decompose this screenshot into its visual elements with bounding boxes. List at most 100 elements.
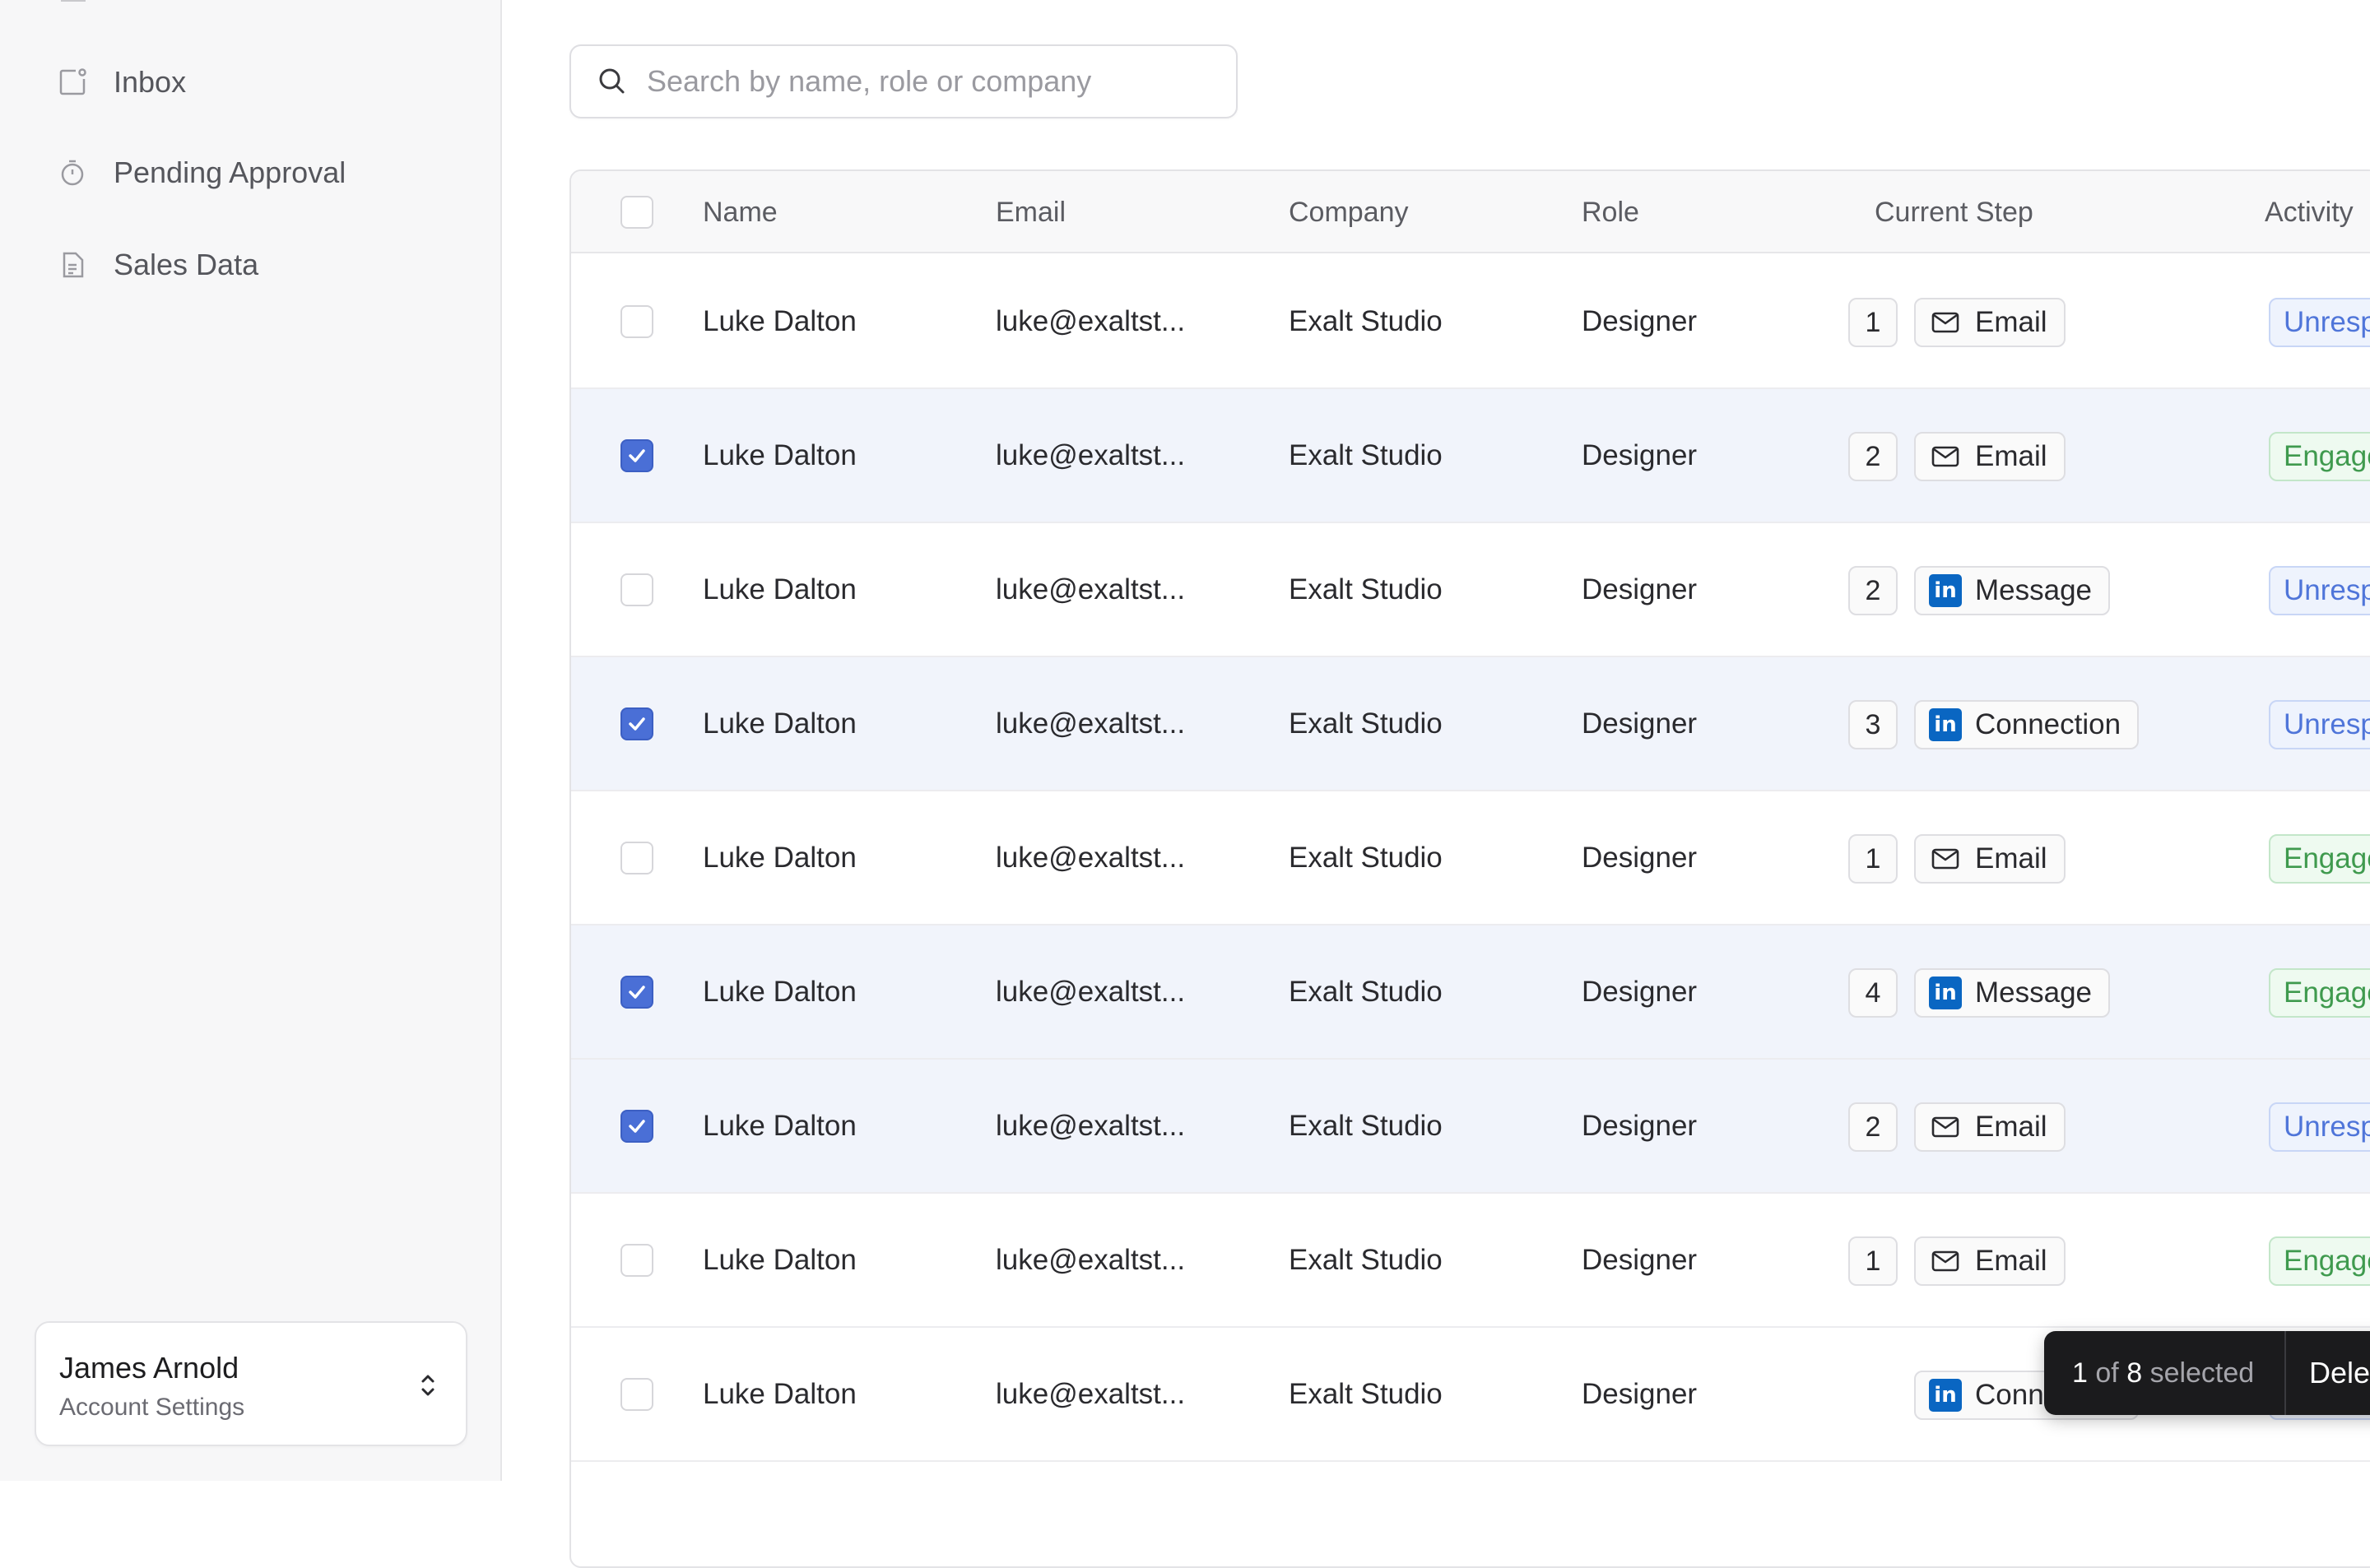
row-checkbox[interactable]	[620, 707, 653, 740]
step-number-badge: 1	[1848, 1236, 1898, 1286]
cell-role: Designer	[1582, 439, 1698, 471]
table-row[interactable]: Luke Dalton luke@exaltst... Exalt Studio De…	[571, 657, 2370, 791]
table-row[interactable]: Luke Dalton luke@exaltst... Exalt Studio De…	[571, 925, 2370, 1060]
activity-status-badge: Engage	[2269, 1236, 2370, 1286]
step-number-badge: 1	[1848, 298, 1898, 347]
cell-email: luke@exaltst...	[996, 305, 1186, 337]
cell-company: Exalt Studio	[1289, 573, 1443, 605]
column-header-role[interactable]: Role	[1582, 171, 1639, 253]
table-row[interactable]: Luke Dalton luke@exaltst... Exalt Studio De…	[571, 255, 2370, 389]
delete-button[interactable]: Delete D	[2309, 1346, 2370, 1400]
row-checkbox[interactable]	[620, 1110, 653, 1143]
account-name: James Arnold	[59, 1351, 239, 1385]
step-type-pill[interactable]: Email	[1914, 834, 2066, 884]
cell-role: Designer	[1582, 1244, 1698, 1276]
stopwatch-icon	[56, 156, 89, 189]
linkedin-icon: in	[1929, 708, 1962, 741]
step-type-pill[interactable]: in Connection	[1914, 700, 2140, 749]
step-label: Message	[1975, 977, 2093, 1009]
cell-role: Designer	[1582, 707, 1698, 740]
linkedin-icon: in	[1929, 574, 1962, 607]
step-label: Email	[1975, 1111, 2047, 1143]
sidebar-item-label: Pending Approval	[114, 155, 346, 189]
table-row[interactable]: Luke Dalton luke@exaltst... Exalt Studio De…	[571, 791, 2370, 925]
cell-company: Exalt Studio	[1289, 976, 1443, 1008]
search-input[interactable]	[647, 64, 1223, 99]
select-all-checkbox[interactable]	[620, 196, 653, 229]
sidebar-item-inbox[interactable]: Inbox	[33, 49, 469, 115]
sidebar-item-label: Inbox	[114, 65, 187, 99]
activity-status-badge: Engage	[2269, 432, 2370, 481]
email-icon	[1929, 440, 1962, 473]
row-checkbox[interactable]	[620, 1244, 653, 1277]
activity-status-badge: Unresp	[2269, 566, 2370, 615]
row-checkbox[interactable]	[620, 842, 653, 874]
row-checkbox[interactable]	[620, 1378, 653, 1411]
table-row[interactable]: Luke Dalton luke@exaltst... Exalt Studio De…	[571, 1194, 2370, 1328]
step-type-pill[interactable]: Email	[1914, 298, 2066, 347]
sidebar-item-pending-approval[interactable]: Pending Approval	[33, 140, 469, 206]
row-checkbox[interactable]	[620, 439, 653, 472]
table-header: Name Email Company Role Current Step Act…	[571, 171, 2370, 253]
table-row[interactable]: Luke Dalton luke@exaltst... Exalt Studio De…	[571, 389, 2370, 523]
table-row[interactable]: Luke Dalton luke@exaltst... Exalt Studio De…	[571, 523, 2370, 657]
step-type-pill[interactable]: Email	[1914, 1236, 2066, 1286]
activity-status-badge: Unresp	[2269, 700, 2370, 749]
selection-suffix: selected	[2149, 1357, 2255, 1389]
column-header-activity[interactable]: Activity	[2265, 171, 2354, 253]
activity-status-badge: Engage	[2269, 834, 2370, 884]
step-label: Message	[1975, 574, 2093, 606]
main-content: Name Email Company Role Current Step Act…	[504, 0, 2370, 1568]
cell-role: Designer	[1582, 1378, 1698, 1410]
column-header-email[interactable]: Email	[996, 171, 1066, 253]
sidebar: Inbox Pending Approval Sales Data James …	[0, 0, 502, 1481]
cell-company: Exalt Studio	[1289, 1378, 1443, 1410]
cell-company: Exalt Studio	[1289, 305, 1443, 337]
email-icon	[1929, 842, 1962, 875]
step-number-badge: 1	[1848, 834, 1898, 884]
delete-label: Delete	[2309, 1356, 2370, 1389]
cell-role: Designer	[1582, 305, 1698, 337]
cell-email: luke@exaltst...	[996, 1378, 1186, 1410]
step-type-pill[interactable]: Email	[1914, 432, 2066, 481]
column-header-company[interactable]: Company	[1289, 171, 1409, 253]
step-type-pill[interactable]: Email	[1914, 1102, 2066, 1152]
linkedin-icon: in	[1929, 977, 1962, 1009]
step-number-badge: 2	[1848, 432, 1898, 481]
step-type-pill[interactable]: in Message	[1914, 968, 2111, 1018]
cell-email: luke@exaltst...	[996, 1110, 1186, 1142]
step-label: Email	[1975, 306, 2047, 338]
cell-company: Exalt Studio	[1289, 707, 1443, 740]
column-header-name[interactable]: Name	[703, 171, 778, 253]
cell-role: Designer	[1582, 842, 1698, 874]
column-header-current-step[interactable]: Current Step	[1875, 171, 2033, 253]
row-checkbox[interactable]	[620, 305, 653, 338]
step-label: Email	[1975, 440, 2047, 472]
cell-email: luke@exaltst...	[996, 976, 1186, 1008]
step-number-badge: 3	[1848, 700, 1898, 749]
cell-company: Exalt Studio	[1289, 842, 1443, 874]
step-number-badge: 4	[1848, 968, 1898, 1018]
row-checkbox[interactable]	[620, 976, 653, 1009]
cell-company: Exalt Studio	[1289, 439, 1443, 471]
cell-name: Luke Dalton	[703, 707, 857, 740]
cell-role: Designer	[1582, 976, 1698, 1008]
email-icon	[1929, 306, 1962, 339]
step-type-pill[interactable]: in Message	[1914, 566, 2111, 615]
chevron-up-down-icon	[421, 1375, 434, 1396]
cell-role: Designer	[1582, 1110, 1698, 1142]
table-row[interactable]: Luke Dalton luke@exaltst... Exalt Studio De…	[571, 1060, 2370, 1194]
selected-count: 1	[2072, 1357, 2088, 1389]
email-icon	[1929, 1111, 1962, 1144]
document-icon	[56, 248, 89, 281]
row-checkbox[interactable]	[620, 573, 653, 606]
search-box[interactable]	[569, 44, 1238, 118]
account-switcher[interactable]: James Arnold Account Settings	[35, 1321, 467, 1446]
inbox-icon	[56, 66, 89, 99]
email-icon	[1929, 1245, 1962, 1278]
search-icon	[599, 68, 625, 94]
cell-role: Designer	[1582, 573, 1698, 605]
nav-item-partial	[61, 0, 86, 2]
cell-email: luke@exaltst...	[996, 573, 1186, 605]
sidebar-item-sales-data[interactable]: Sales Data	[33, 232, 469, 298]
